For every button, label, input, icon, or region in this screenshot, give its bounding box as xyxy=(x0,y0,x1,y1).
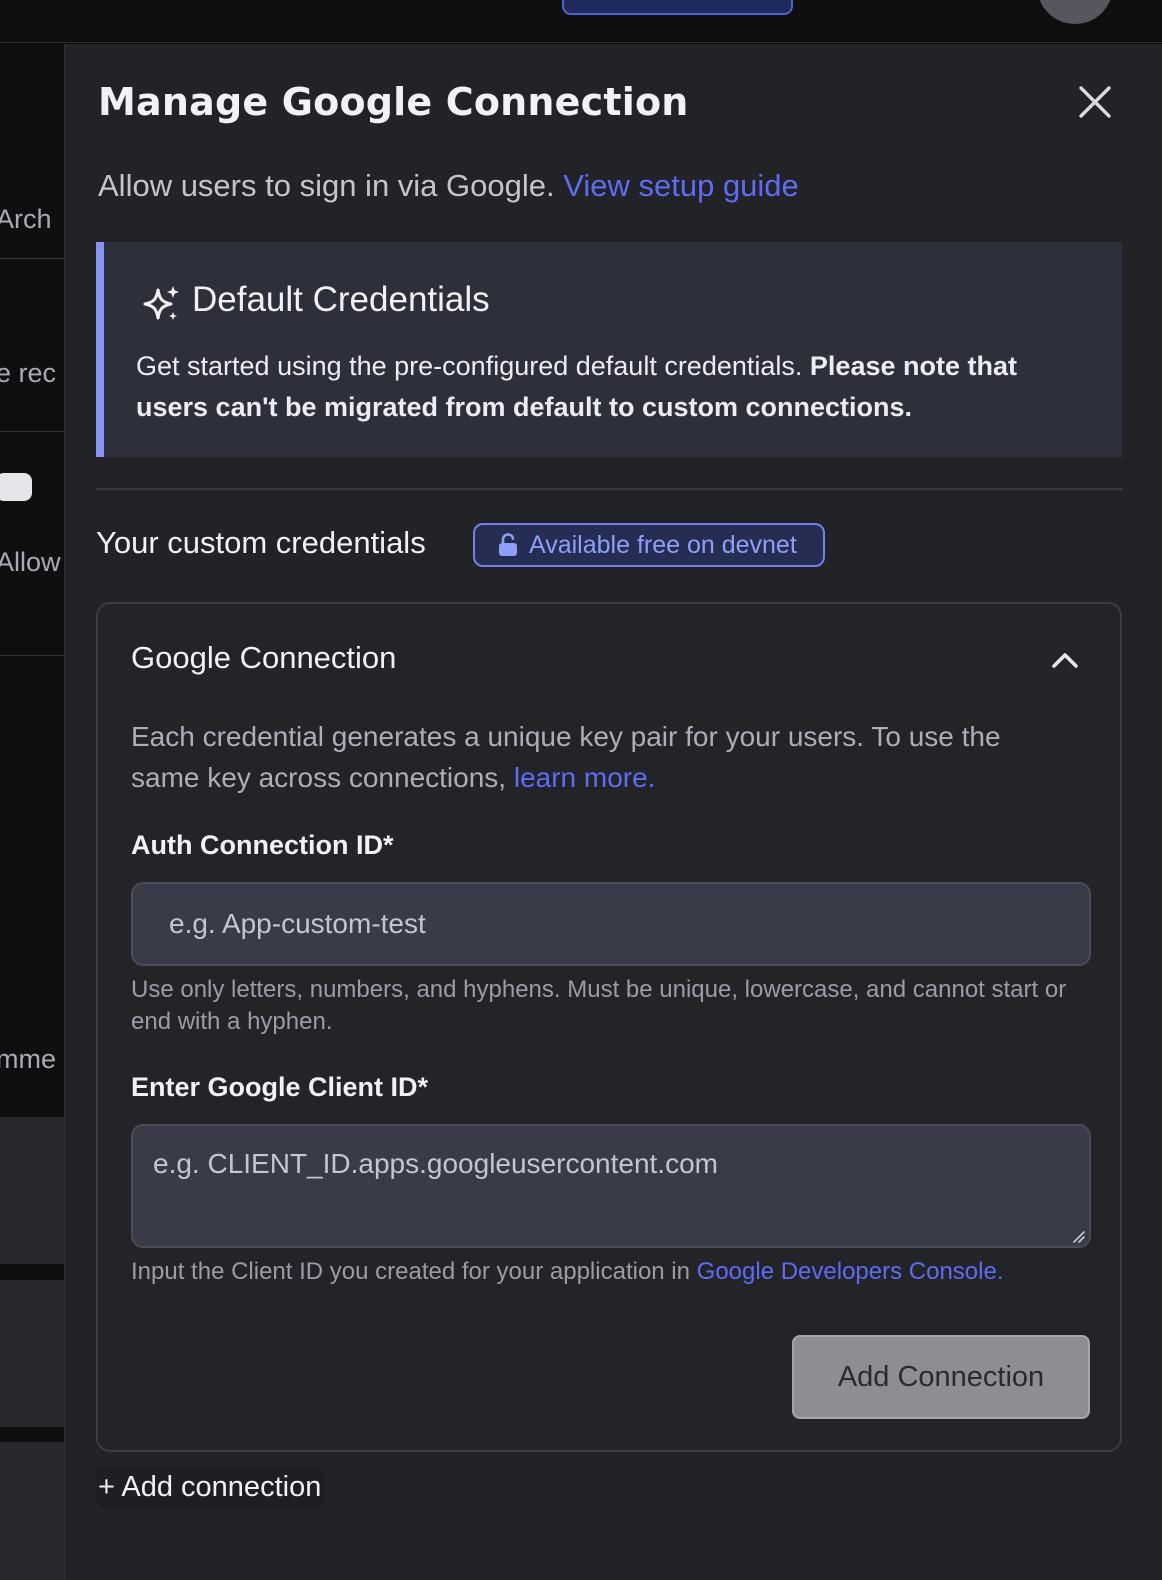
drawer-subtitle: Allow users to sign in via Google. View … xyxy=(98,168,799,204)
default-credentials-callout: Default Credentials Get started using th… xyxy=(96,242,1122,457)
divider xyxy=(0,258,64,259)
google-client-id-input[interactable] xyxy=(131,1124,1091,1248)
help-text: Input the Client ID you created for your… xyxy=(131,1258,690,1285)
toggle-icon xyxy=(0,473,32,501)
connection-card-title: Google Connection xyxy=(131,640,397,675)
background-text: Allow xyxy=(0,547,61,577)
divider xyxy=(0,431,64,432)
connection-card-description: Each credential generates a unique key p… xyxy=(131,716,1071,798)
auth-connection-id-input[interactable] xyxy=(131,882,1091,966)
top-bar-button[interactable] xyxy=(562,0,793,15)
manage-connection-drawer: Manage Google Connection Allow users to … xyxy=(64,44,1162,1580)
background-text: e rec xyxy=(0,358,57,388)
auth-connection-id-label: Auth Connection ID* xyxy=(131,830,394,860)
background-card xyxy=(0,1280,64,1427)
google-connection-card: Google Connection Each credential genera… xyxy=(96,602,1122,1452)
default-credentials-body: Get started using the pre-configured def… xyxy=(136,346,1096,428)
custom-credentials-title: Your custom credentials xyxy=(96,525,426,560)
section-divider xyxy=(96,488,1122,490)
google-developers-console-link[interactable]: Google Developers Console. xyxy=(697,1258,1004,1285)
google-client-id-label: Enter Google Client ID* xyxy=(131,1072,429,1102)
top-bar xyxy=(0,0,1162,43)
chevron-up-icon[interactable] xyxy=(1050,648,1080,672)
auth-connection-id-help: Use only letters, numbers, and hyphens. … xyxy=(131,976,1067,1035)
background-text: mme xyxy=(0,1044,56,1074)
subtitle-text: Allow users to sign in via Google. xyxy=(98,168,555,203)
background-page: Arch e rec Allow mme xyxy=(0,44,64,1580)
devnet-badge: Available free on devnet xyxy=(473,523,825,567)
close-icon[interactable] xyxy=(1077,84,1113,120)
divider xyxy=(0,655,64,656)
add-another-connection-link[interactable]: + Add connection xyxy=(96,1467,324,1507)
background-card xyxy=(0,1442,64,1580)
background-card xyxy=(0,1117,64,1264)
avatar[interactable] xyxy=(1037,0,1113,24)
resize-handle-icon[interactable] xyxy=(1070,1228,1086,1244)
google-client-id-help: Input the Client ID you created for your… xyxy=(131,1256,1091,1288)
callout-text: Get started using the pre-configured def… xyxy=(136,351,803,381)
badge-label: Available free on devnet xyxy=(529,530,797,559)
background-text: Arch xyxy=(0,204,52,234)
learn-more-link[interactable]: learn more. xyxy=(514,762,656,793)
default-credentials-heading: Default Credentials xyxy=(192,280,490,319)
unlock-icon xyxy=(499,533,517,556)
sparkle-icon xyxy=(143,286,179,320)
add-connection-button[interactable]: Add Connection xyxy=(792,1335,1090,1419)
view-setup-guide-link[interactable]: View setup guide xyxy=(563,168,799,203)
drawer-title: Manage Google Connection xyxy=(98,80,689,124)
